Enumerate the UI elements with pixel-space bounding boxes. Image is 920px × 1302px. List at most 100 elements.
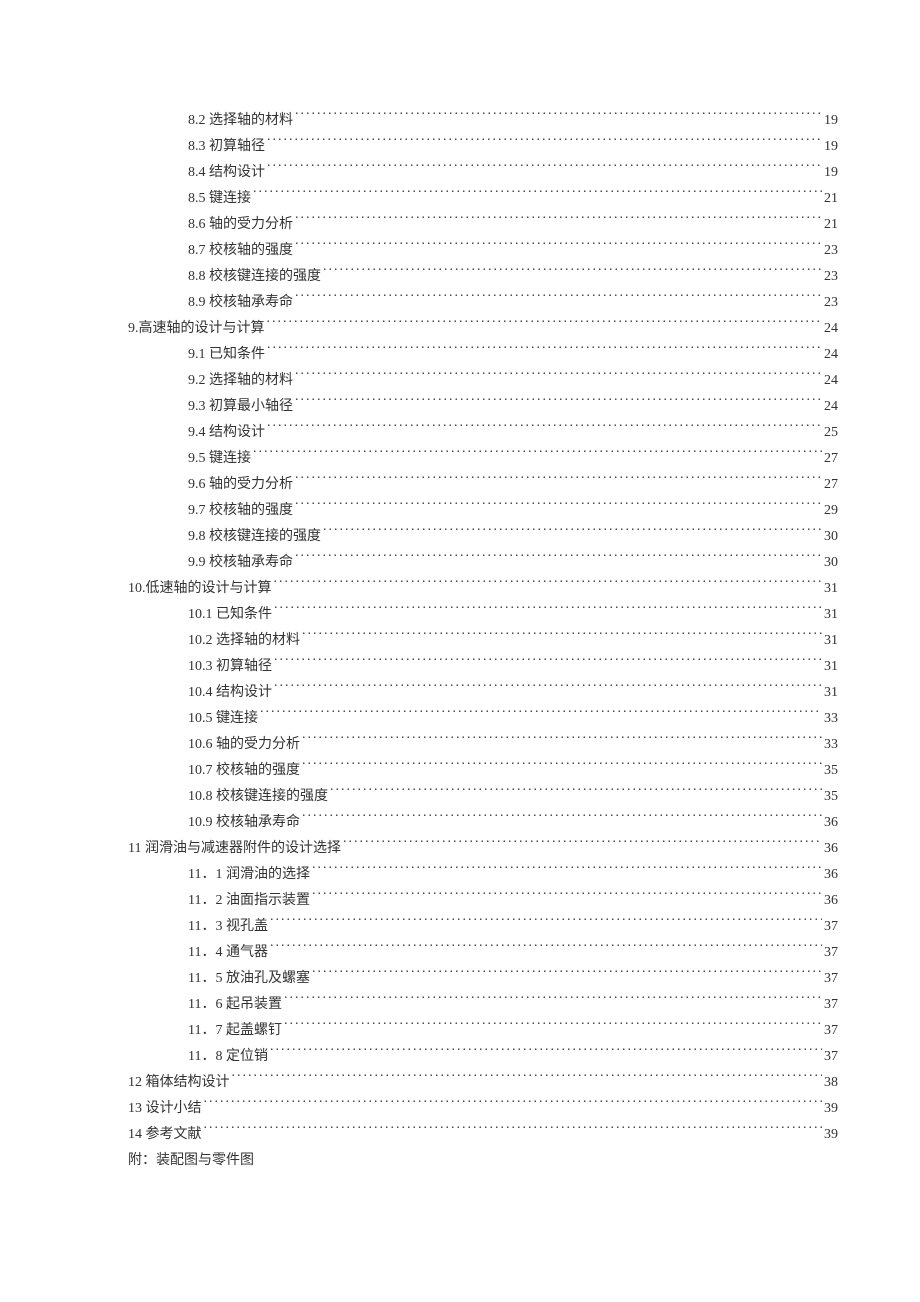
toc-leader-dots [270, 942, 822, 956]
toc-entry: 10.8 校核键连接的强度 35 [128, 784, 838, 810]
toc-entry: 11．1 润滑油的选择36 [128, 862, 838, 888]
toc-leader-dots [323, 266, 822, 280]
toc-entry: 11 润滑油与减速器附件的设计选择36 [128, 836, 838, 862]
toc-entry-title: 11．3 视孔盖 [188, 914, 268, 940]
toc-entry-page: 36 [824, 810, 838, 836]
toc-leader-dots [274, 578, 823, 592]
toc-leader-dots [274, 656, 822, 670]
toc-leader-dots [284, 994, 822, 1008]
toc-leader-dots [343, 838, 822, 852]
toc-entry-title: 14 参考文献 [128, 1122, 202, 1148]
toc-entry-page: 35 [824, 758, 838, 784]
toc-entry: 11．7 起盖螺钉37 [128, 1018, 838, 1044]
toc-entry-title: 8.3 初算轴径 [188, 134, 265, 160]
toc-entry-title: 9.3 初算最小轴径 [188, 394, 293, 420]
toc-leader-dots [260, 708, 822, 722]
toc-entry-title: 9.8 校核键连接的强度 [188, 524, 321, 550]
toc-entry: 12 箱体结构设计 38 [128, 1070, 838, 1096]
toc-entry-page: 19 [824, 108, 838, 134]
toc-entry: 10.6 轴的受力分析33 [128, 732, 838, 758]
toc-entry-page: 19 [824, 134, 838, 160]
toc-entry: 9.3 初算最小轴径 24 [128, 394, 838, 420]
toc-entry-title: 10.7 校核轴的强度 [188, 758, 300, 784]
toc-leader-dots [312, 890, 822, 904]
toc-leader-dots [232, 1072, 823, 1086]
toc-entry-page: 37 [824, 940, 838, 966]
toc-entry-page: 23 [824, 264, 838, 290]
toc-entry-title: 11 润滑油与减速器附件的设计选择 [128, 836, 341, 862]
toc-entry-title: 13 设计小结 [128, 1096, 202, 1122]
toc-entry-title: 8.8 校核键连接的强度 [188, 264, 321, 290]
toc-entry-page: 35 [824, 784, 838, 810]
toc-entry-title: 11．7 起盖螺钉 [188, 1018, 282, 1044]
toc-entry: 9.8 校核键连接的强度 30 [128, 524, 838, 550]
toc-entry: 11．4 通气器37 [128, 940, 838, 966]
toc-entry: 8.7 校核轴的强度 23 [128, 238, 838, 264]
toc-entry-title: 12 箱体结构设计 [128, 1070, 230, 1096]
toc-entry: 13 设计小结 39 [128, 1096, 838, 1122]
toc-entry-page: 23 [824, 238, 838, 264]
toc-leader-dots [295, 552, 822, 566]
toc-entry-title: 9.6 轴的受力分析 [188, 472, 293, 498]
toc-entry: 9.5 键连接27 [128, 446, 838, 472]
toc-leader-dots [302, 812, 822, 826]
toc-entry-title: 11．5 放油孔及螺塞 [188, 966, 310, 992]
toc-entry: 10.7 校核轴的强度 35 [128, 758, 838, 784]
toc-entry-page: 21 [824, 212, 838, 238]
toc-entry: 9.高速轴的设计与计算24 [128, 316, 838, 342]
toc-entry-title: 11．6 起吊装置 [188, 992, 282, 1018]
toc-entry: 11．6 起吊装置37 [128, 992, 838, 1018]
toc-entry-title: 9.5 键连接 [188, 446, 251, 472]
toc-leader-dots [295, 474, 822, 488]
toc-leader-dots [267, 162, 822, 176]
toc-entry: 8.4 结构设计19 [128, 160, 838, 186]
toc-entry: 9.2 选择轴的材料24 [128, 368, 838, 394]
toc-leader-dots [295, 240, 822, 254]
toc-leader-dots [295, 292, 822, 306]
toc-entry-page: 19 [824, 160, 838, 186]
toc-entry: 9.6 轴的受力分析 27 [128, 472, 838, 498]
toc-entry-title: 10.2 选择轴的材料 [188, 628, 300, 654]
toc-entry-page: 24 [824, 342, 838, 368]
toc-entry-title: 11．8 定位销 [188, 1044, 268, 1070]
toc-leader-dots [295, 370, 822, 384]
toc-entry: 8.8 校核键连接的强度 23 [128, 264, 838, 290]
toc-entry-page: 33 [824, 732, 838, 758]
toc-entry-page: 30 [824, 524, 838, 550]
toc-entry: 11．5 放油孔及螺塞37 [128, 966, 838, 992]
toc-entry-page: 39 [824, 1096, 838, 1122]
toc-entry-title: 11．1 润滑油的选择 [188, 862, 310, 888]
toc-entry-page: 31 [824, 680, 838, 706]
toc-entry: 10.1 已知条件31 [128, 602, 838, 628]
toc-entry-title: 8.2 选择轴的材料 [188, 108, 293, 134]
toc-entry-page: 24 [824, 394, 838, 420]
toc-entry: 14 参考文献39 [128, 1122, 838, 1148]
toc-entry-title: 10.5 键连接 [188, 706, 258, 732]
toc-entry: 8.3 初算轴径 19 [128, 134, 838, 160]
toc-entry-page: 38 [824, 1070, 838, 1096]
toc-entry-title: 9.9 校核轴承寿命 [188, 550, 293, 576]
toc-entry-title: 10.低速轴的设计与计算 [128, 576, 272, 602]
toc-entry: 11．2 油面指示装置36 [128, 888, 838, 914]
toc-entry-page: 25 [824, 420, 838, 446]
toc-entry-page: 27 [824, 472, 838, 498]
toc-leader-dots [302, 760, 822, 774]
toc-entry: 8.9 校核轴承寿命23 [128, 290, 838, 316]
toc-entry: 9.4 结构设计25 [128, 420, 838, 446]
toc-leader-dots [312, 968, 822, 982]
toc-entry-title: 10.8 校核键连接的强度 [188, 784, 328, 810]
toc-leader-dots [267, 422, 822, 436]
toc-entry-title: 9.高速轴的设计与计算 [128, 316, 265, 342]
toc-leader-dots [284, 1020, 822, 1034]
toc-entry-title: 10.3 初算轴径 [188, 654, 272, 680]
toc-entry-title: 8.7 校核轴的强度 [188, 238, 293, 264]
toc-entry-page: 21 [824, 186, 838, 212]
toc-entry: 10.5 键连接33 [128, 706, 838, 732]
toc-entry-page: 36 [824, 888, 838, 914]
toc-container: 8.2 选择轴的材料198.3 初算轴径198.4 结构设计198.5 键连接2… [128, 108, 838, 1174]
toc-entry: 10.9 校核轴承寿命36 [128, 810, 838, 836]
toc-entry: 8.2 选择轴的材料 19 [128, 108, 838, 134]
toc-entry-page: 31 [824, 602, 838, 628]
toc-entry-title: 9.2 选择轴的材料 [188, 368, 293, 394]
toc-entry: 8.6 轴的受力分析21 [128, 212, 838, 238]
